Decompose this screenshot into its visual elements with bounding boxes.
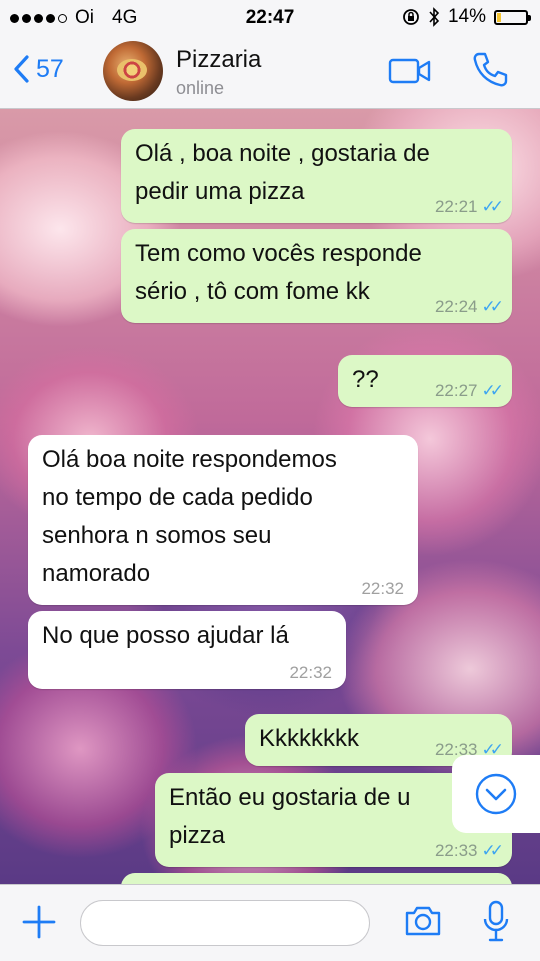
- message-time: 22:21: [434, 197, 478, 216]
- back-chevron-icon: [14, 55, 29, 83]
- microphone-icon[interactable]: [482, 899, 510, 945]
- scroll-down-button[interactable]: [452, 755, 540, 833]
- battery-icon: [494, 9, 531, 25]
- video-call-icon[interactable]: [388, 56, 432, 86]
- message-bubble[interactable]: ?? 22:27 ✓✓: [338, 355, 512, 407]
- message-time: 22:27: [434, 381, 478, 400]
- back-button[interactable]: 57: [12, 54, 64, 84]
- read-ticks-icon: ✓✓: [481, 841, 504, 860]
- message-meta: 22:24 ✓✓: [434, 297, 504, 317]
- message-meta: 22:21 ✓✓: [434, 197, 504, 217]
- message-meta: 22:33 ✓✓: [434, 841, 504, 861]
- message-meta: 22:32: [361, 579, 404, 599]
- camera-icon[interactable]: [403, 903, 443, 939]
- message-text: Olá boa noite respondemos no tempo de ca…: [42, 446, 337, 587]
- message-bubble[interactable]: Olá , boa noite , gostaria de pedir uma …: [121, 129, 512, 223]
- contact-avatar[interactable]: [103, 41, 163, 101]
- scroll-down-icon: [475, 773, 517, 815]
- plus-icon[interactable]: [22, 903, 56, 941]
- chat-area[interactable]: Olá , boa noite , gostaria de pedir uma …: [0, 109, 540, 884]
- message-meta: 22:27 ✓✓: [434, 381, 504, 401]
- status-right: 14%: [402, 6, 531, 28]
- battery-label: 14%: [447, 6, 486, 27]
- message-text: No que posso ajudar lá: [42, 622, 289, 649]
- chat-header: 57 Pizzaria online: [0, 36, 540, 109]
- message-bubble[interactable]: Olá boa noite respondemos no tempo de ca…: [28, 435, 418, 605]
- status-bar: Oi 4G 22:47 14%: [0, 0, 540, 36]
- message-bubble[interactable]: No que posso ajudar lá 22:32: [28, 611, 346, 689]
- read-ticks-icon: ✓✓: [481, 197, 504, 216]
- rotation-lock-icon: [403, 9, 419, 25]
- read-ticks-icon: ✓✓: [481, 297, 504, 316]
- message-time: 22:32: [289, 663, 332, 682]
- message-input[interactable]: [80, 900, 370, 946]
- message-input-bar: [0, 884, 540, 961]
- read-ticks-icon: ✓✓: [481, 381, 504, 400]
- contact-name[interactable]: Pizzaria: [176, 46, 261, 74]
- message-time: 22:33: [434, 841, 478, 860]
- contact-status: online: [176, 78, 225, 98]
- bluetooth-icon: [429, 7, 440, 27]
- message-time: 22:24: [434, 297, 478, 316]
- unread-count: 57: [36, 54, 64, 83]
- message-bubble[interactable]: Tem como vocês responde sério , tô com f…: [121, 229, 512, 323]
- message-time: 22:32: [361, 579, 404, 598]
- battery-fill: [497, 12, 501, 22]
- message-meta: 22:32: [289, 663, 332, 683]
- phone-icon[interactable]: [470, 50, 510, 90]
- message-bubble-partial[interactable]: [121, 873, 512, 884]
